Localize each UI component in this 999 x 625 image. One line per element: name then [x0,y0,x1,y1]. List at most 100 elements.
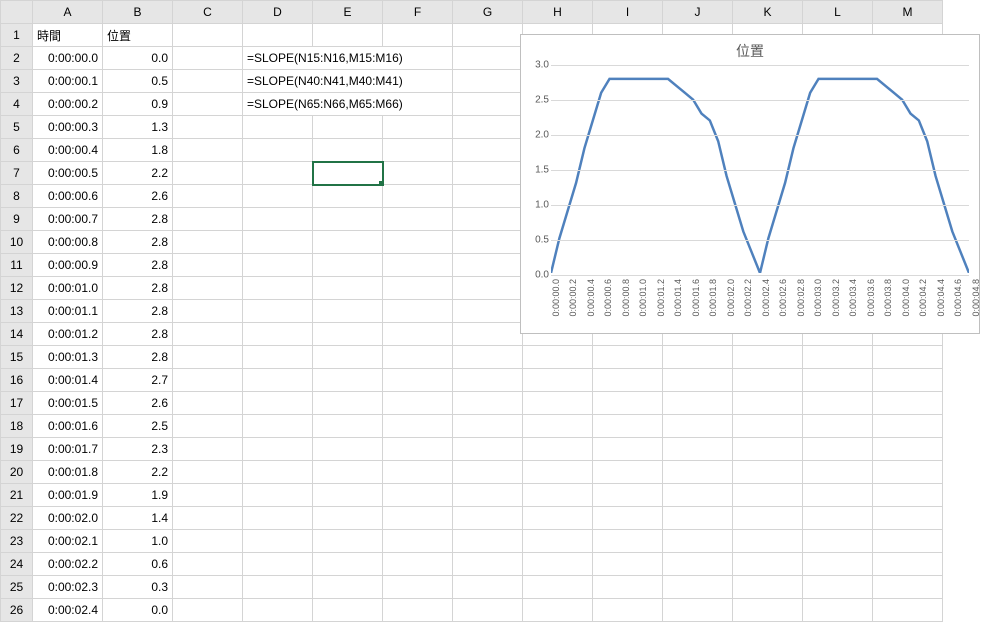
cell-A4[interactable]: 0:00:00.2 [33,93,103,116]
cell-D1[interactable] [243,24,313,47]
cell-B15[interactable]: 2.8 [103,346,173,369]
cell-A10[interactable]: 0:00:00.8 [33,231,103,254]
cell-K23[interactable] [733,530,803,553]
cell-G1[interactable] [453,24,523,47]
cell-F12[interactable] [383,277,453,300]
cell-F21[interactable] [383,484,453,507]
cell-B25[interactable]: 0.3 [103,576,173,599]
cell-G19[interactable] [453,438,523,461]
cell-K18[interactable] [733,415,803,438]
cell-E11[interactable] [313,254,383,277]
cell-J23[interactable] [663,530,733,553]
col-header-H[interactable]: H [523,1,593,24]
cell-H19[interactable] [523,438,593,461]
cell-G7[interactable] [453,162,523,185]
row-header[interactable]: 7 [1,162,33,185]
cell-F24[interactable] [383,553,453,576]
row-header[interactable]: 19 [1,438,33,461]
cell-B13[interactable]: 2.8 [103,300,173,323]
cell-D19[interactable] [243,438,313,461]
cell-I18[interactable] [593,415,663,438]
cell-K20[interactable] [733,461,803,484]
cell-D7[interactable] [243,162,313,185]
col-header-D[interactable]: D [243,1,313,24]
cell-A17[interactable]: 0:00:01.5 [33,392,103,415]
cell-A12[interactable]: 0:00:01.0 [33,277,103,300]
cell-F1[interactable] [383,24,453,47]
cell-I26[interactable] [593,599,663,622]
cell-I23[interactable] [593,530,663,553]
cell-C12[interactable] [173,277,243,300]
cell-B19[interactable]: 2.3 [103,438,173,461]
cell-G16[interactable] [453,369,523,392]
cell-H16[interactable] [523,369,593,392]
cell-B18[interactable]: 2.5 [103,415,173,438]
cell-A15[interactable]: 0:00:01.3 [33,346,103,369]
cell-J16[interactable] [663,369,733,392]
row-header[interactable]: 17 [1,392,33,415]
cell-B12[interactable]: 2.8 [103,277,173,300]
cell-L16[interactable] [803,369,873,392]
cell-E24[interactable] [313,553,383,576]
cell-G15[interactable] [453,346,523,369]
cell-G23[interactable] [453,530,523,553]
cell-F13[interactable] [383,300,453,323]
cell-C4[interactable] [173,93,243,116]
cell-H15[interactable] [523,346,593,369]
cell-G25[interactable] [453,576,523,599]
cell-E21[interactable] [313,484,383,507]
col-header-G[interactable]: G [453,1,523,24]
cell-F6[interactable] [383,139,453,162]
cell-E26[interactable] [313,599,383,622]
cell-M23[interactable] [873,530,943,553]
cell-E18[interactable] [313,415,383,438]
cell-G11[interactable] [453,254,523,277]
cell-G22[interactable] [453,507,523,530]
cell-G8[interactable] [453,185,523,208]
cell-C20[interactable] [173,461,243,484]
cell-F10[interactable] [383,231,453,254]
cell-B24[interactable]: 0.6 [103,553,173,576]
cell-H26[interactable] [523,599,593,622]
cell-B8[interactable]: 2.6 [103,185,173,208]
cell-F18[interactable] [383,415,453,438]
cell-D17[interactable] [243,392,313,415]
cell-D16[interactable] [243,369,313,392]
cell-L25[interactable] [803,576,873,599]
cell-L21[interactable] [803,484,873,507]
cell-K24[interactable] [733,553,803,576]
cell-G2[interactable] [453,47,523,70]
row-header[interactable]: 11 [1,254,33,277]
cell-J15[interactable] [663,346,733,369]
col-header-L[interactable]: L [803,1,873,24]
col-header-F[interactable]: F [383,1,453,24]
cell-E19[interactable] [313,438,383,461]
cell-C8[interactable] [173,185,243,208]
cell-B7[interactable]: 2.2 [103,162,173,185]
cell-G9[interactable] [453,208,523,231]
cell-E8[interactable] [313,185,383,208]
cell-A13[interactable]: 0:00:01.1 [33,300,103,323]
cell-A2[interactable]: 0:00:00.0 [33,47,103,70]
cell-F8[interactable] [383,185,453,208]
cell-F22[interactable] [383,507,453,530]
cell-A11[interactable]: 0:00:00.9 [33,254,103,277]
row-header[interactable]: 24 [1,553,33,576]
col-header-C[interactable]: C [173,1,243,24]
cell-C19[interactable] [173,438,243,461]
cell-J17[interactable] [663,392,733,415]
cell-D13[interactable] [243,300,313,323]
cell-H20[interactable] [523,461,593,484]
cell-G14[interactable] [453,323,523,346]
cell-E25[interactable] [313,576,383,599]
cell-B23[interactable]: 1.0 [103,530,173,553]
cell-A20[interactable]: 0:00:01.8 [33,461,103,484]
cell-G21[interactable] [453,484,523,507]
cell-G3[interactable] [453,70,523,93]
cell-G20[interactable] [453,461,523,484]
row-header[interactable]: 12 [1,277,33,300]
select-all-corner[interactable] [1,1,33,24]
cell-G12[interactable] [453,277,523,300]
cell-L17[interactable] [803,392,873,415]
cell-C18[interactable] [173,415,243,438]
